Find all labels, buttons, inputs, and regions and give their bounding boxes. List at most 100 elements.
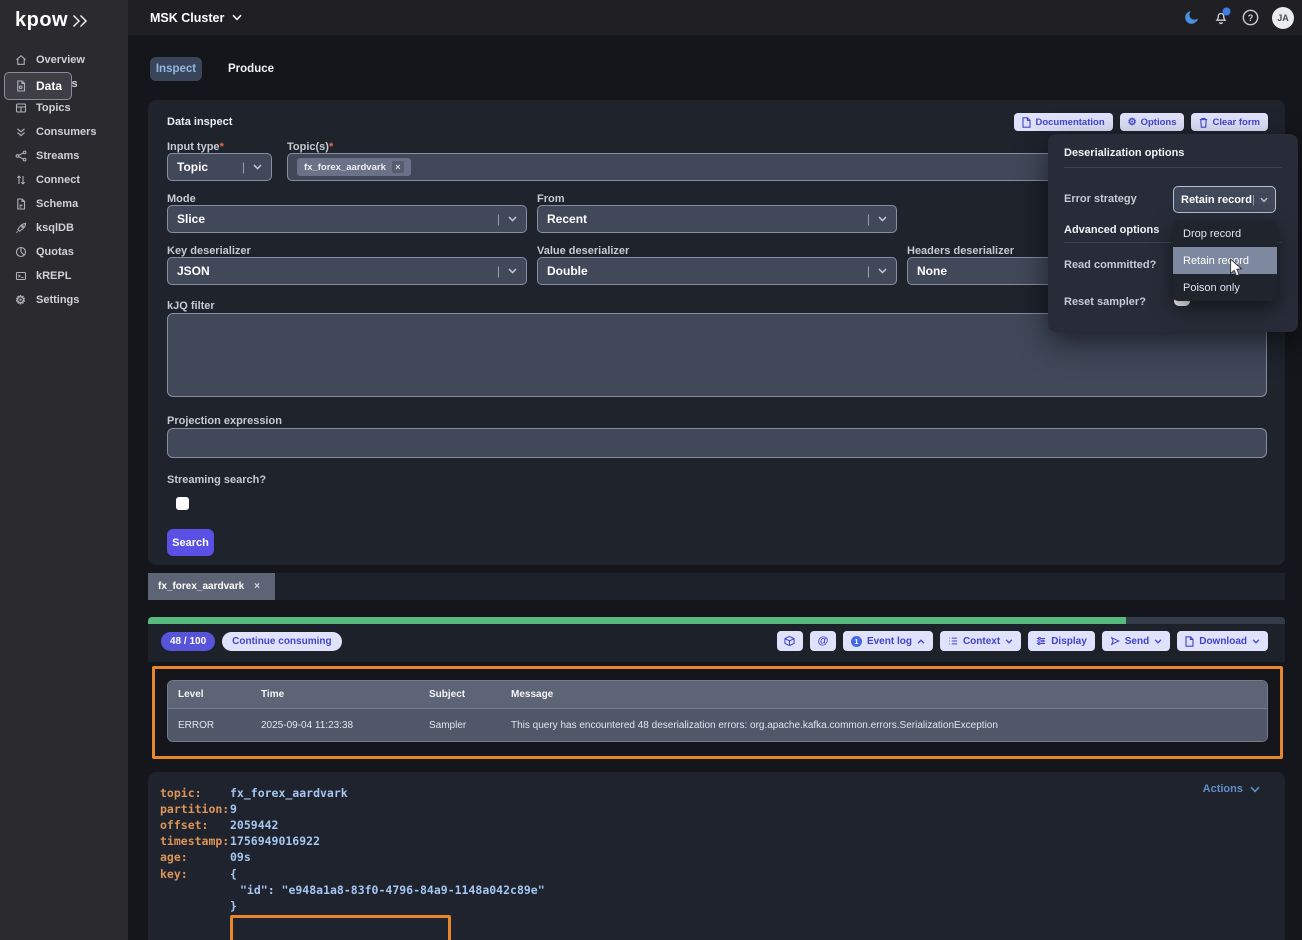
sidebar-item-label: Quotas bbox=[36, 246, 74, 258]
menu-item-retain-record[interactable]: Retain record bbox=[1173, 247, 1277, 274]
chevron-down-icon bbox=[878, 268, 887, 274]
table-row[interactable]: ERROR 2025-09-04 11:23:38 Sampler This q… bbox=[168, 708, 1267, 741]
terminal-icon bbox=[14, 270, 27, 283]
chevron-down-icon bbox=[1005, 639, 1013, 644]
sidebar-item-label: Consumers bbox=[36, 126, 97, 138]
reset-sampler-label: Reset sampler? bbox=[1064, 296, 1146, 308]
column-level: Level bbox=[168, 689, 251, 700]
avatar[interactable]: JA bbox=[1272, 7, 1294, 29]
kpow-logo-chevrons-icon bbox=[72, 14, 88, 28]
notifications-bell-icon[interactable] bbox=[1213, 9, 1229, 26]
consume-progress-bar bbox=[148, 617, 1285, 624]
gear-icon: ⚙ bbox=[14, 294, 27, 307]
streaming-search-checkbox[interactable] bbox=[176, 497, 189, 510]
column-subject: Subject bbox=[419, 689, 501, 700]
sidebar: kpow Overview Data Brokers Topics bbox=[0, 0, 128, 940]
cell-message: This query has encountered 48 deserializ… bbox=[501, 720, 1267, 731]
topics-label: Topic(s)* bbox=[287, 141, 333, 153]
sidebar-item-label: Schema bbox=[36, 198, 78, 210]
sidebar-item-connect[interactable]: Connect bbox=[4, 168, 124, 192]
help-icon[interactable]: ? bbox=[1242, 9, 1259, 26]
sidebar-item-quotas[interactable]: Quotas bbox=[4, 240, 124, 264]
projection-input[interactable] bbox=[167, 428, 1267, 458]
sidebar-item-krepl[interactable]: kREPL bbox=[4, 264, 124, 288]
cluster-name: MSK Cluster bbox=[150, 11, 224, 25]
chevron-down-icon bbox=[508, 268, 517, 274]
sidebar-item-overview[interactable]: Overview bbox=[4, 48, 124, 72]
advanced-options-title: Advanced options bbox=[1064, 224, 1159, 236]
mouse-cursor bbox=[1229, 258, 1244, 278]
display-button[interactable]: Display bbox=[1028, 631, 1095, 651]
value-deserializer-select[interactable]: Double | bbox=[537, 257, 897, 285]
remove-topic-icon[interactable]: × bbox=[392, 161, 404, 173]
value-deserializer-label: Value deserializer bbox=[537, 245, 629, 257]
kpow-logo[interactable]: kpow bbox=[15, 9, 88, 32]
dark-mode-moon-icon[interactable] bbox=[1183, 9, 1200, 26]
mode-select[interactable]: Slice | bbox=[167, 205, 527, 233]
sidebar-item-label: Settings bbox=[36, 294, 79, 306]
record-key-open-brace: { bbox=[230, 867, 237, 881]
record-key-close-brace: } bbox=[230, 899, 237, 913]
share-icon bbox=[14, 150, 27, 163]
record-detail-panel: Actions topic:fx_forex_aardvark partitio… bbox=[148, 772, 1285, 940]
record-key-id: "id": "e948a1a8-83f0-4796-84a9-1148a042c… bbox=[230, 883, 545, 897]
cluster-selector[interactable]: MSK Cluster bbox=[150, 0, 242, 35]
send-button[interactable]: Send bbox=[1102, 631, 1170, 651]
up-down-arrows-icon bbox=[14, 174, 27, 187]
sidebar-item-label: Connect bbox=[36, 174, 80, 186]
documentation-button[interactable]: Documentation bbox=[1014, 113, 1112, 131]
continue-consuming-button[interactable]: Continue consuming bbox=[222, 632, 341, 651]
svg-text:?: ? bbox=[1248, 13, 1254, 24]
package-button[interactable] bbox=[777, 631, 803, 651]
record-timestamp: 1756949016922 bbox=[230, 834, 320, 848]
chevron-down-icon bbox=[253, 164, 262, 170]
kpow-logo-text: kpow bbox=[15, 9, 68, 32]
from-select[interactable]: Recent | bbox=[537, 205, 897, 233]
package-icon bbox=[784, 635, 795, 647]
tab-produce[interactable]: Produce bbox=[228, 57, 274, 81]
search-button[interactable]: Search bbox=[167, 529, 214, 556]
sidebar-item-label: Topics bbox=[36, 102, 71, 114]
event-log-count-badge: 1 bbox=[851, 636, 862, 647]
sliders-icon bbox=[1036, 636, 1046, 646]
sidebar-item-schema[interactable]: Schema bbox=[4, 192, 124, 216]
event-log-button[interactable]: 1 Event log bbox=[843, 631, 933, 651]
sidebar-item-label: Streams bbox=[36, 150, 79, 162]
sidebar-nav: Overview Data Brokers Topics Consumers S… bbox=[0, 48, 128, 312]
file-data-icon bbox=[14, 80, 27, 93]
options-button[interactable]: ⚙ Options bbox=[1120, 113, 1185, 131]
topbar: MSK Cluster ? JA bbox=[128, 0, 1302, 35]
key-deserializer-select[interactable]: JSON | bbox=[167, 257, 527, 285]
actions-menu[interactable]: Actions bbox=[1203, 783, 1260, 795]
results-tabstrip: fx_forex_aardvark × bbox=[148, 573, 1285, 600]
sidebar-item-consumers[interactable]: Consumers bbox=[4, 120, 124, 144]
progress-count-badge: 48 / 100 bbox=[161, 632, 215, 651]
chevron-down-icon bbox=[1250, 786, 1260, 793]
at-icon: @ bbox=[818, 635, 829, 647]
record-json-view: topic:fx_forex_aardvark partition:9 offs… bbox=[160, 785, 545, 940]
download-button[interactable]: Download bbox=[1177, 631, 1268, 651]
sidebar-item-data[interactable]: Data bbox=[4, 72, 72, 100]
menu-item-poison-only[interactable]: Poison only bbox=[1173, 274, 1277, 301]
column-time: Time bbox=[251, 689, 419, 700]
input-type-select[interactable]: Topic | bbox=[167, 153, 272, 181]
sidebar-item-settings[interactable]: ⚙ Settings bbox=[4, 288, 124, 312]
sidebar-item-label: kREPL bbox=[36, 270, 71, 282]
mention-button[interactable]: @ bbox=[810, 631, 836, 651]
tab-inspect[interactable]: Inspect bbox=[150, 57, 202, 81]
context-button[interactable]: Context bbox=[940, 631, 1021, 651]
clear-form-button[interactable]: Clear form bbox=[1191, 113, 1268, 131]
error-strategy-select[interactable]: Retain record | bbox=[1173, 186, 1276, 213]
sidebar-item-ksqldb[interactable]: ksqlDB bbox=[4, 216, 124, 240]
cell-time: 2025-09-04 11:23:38 bbox=[251, 720, 419, 731]
list-icon bbox=[948, 636, 958, 646]
results-topic-tab[interactable]: fx_forex_aardvark × bbox=[148, 573, 275, 600]
send-icon bbox=[1110, 636, 1120, 646]
sidebar-item-streams[interactable]: Streams bbox=[4, 144, 124, 168]
close-tab-icon[interactable]: × bbox=[254, 581, 260, 592]
streaming-search-label: Streaming search? bbox=[167, 474, 266, 486]
topic-tag: fx_forex_aardvark × bbox=[297, 158, 411, 176]
menu-item-drop-record[interactable]: Drop record bbox=[1173, 220, 1277, 247]
record-partition: 9 bbox=[230, 802, 237, 816]
error-strategy-menu: Drop record Retain record Poison only bbox=[1173, 220, 1277, 301]
